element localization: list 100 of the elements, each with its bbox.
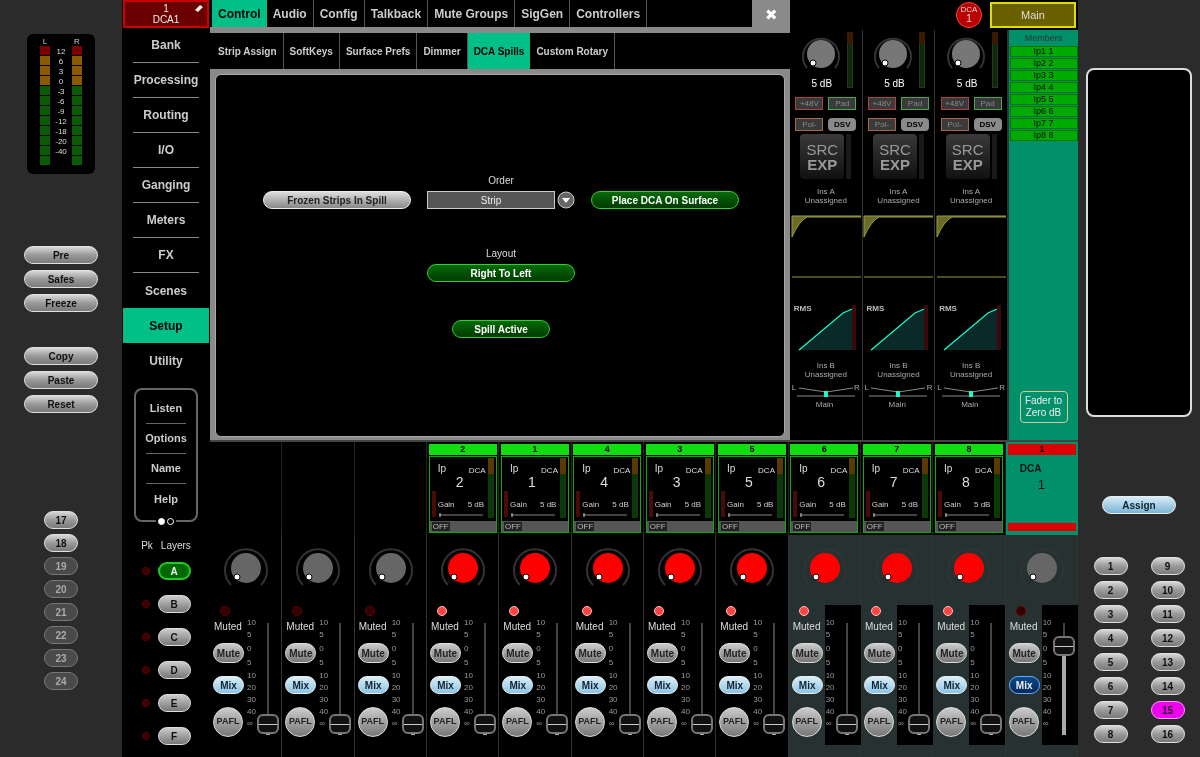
tab[interactable]: Audio <box>266 0 314 27</box>
mix-button[interactable]: Mix <box>719 676 751 694</box>
number-button[interactable]: 14 <box>1150 677 1185 695</box>
layer-button[interactable]: B <box>157 595 191 613</box>
mute-button[interactable]: Mute <box>502 643 534 663</box>
layer-button[interactable]: E <box>157 694 191 712</box>
mix-button[interactable]: Mix <box>1008 676 1040 694</box>
toggle-button[interactable]: Right To Left <box>427 264 575 282</box>
pafl-button[interactable]: PAFL <box>502 707 533 737</box>
member-item[interactable]: Ip2 2 <box>1009 57 1078 69</box>
mute-button[interactable]: Mute <box>936 643 968 663</box>
number-button[interactable]: 2 <box>1093 581 1128 599</box>
fader-thumb[interactable] <box>691 714 713 734</box>
number-button[interactable]: 16 <box>1150 725 1185 743</box>
mix-button[interactable]: Mix <box>502 676 534 694</box>
number-button[interactable]: 1 <box>1093 557 1128 575</box>
mute-button[interactable]: Mute <box>357 643 389 663</box>
assign-button[interactable]: Assign <box>1102 496 1176 514</box>
number-button[interactable]: 11 <box>1150 605 1185 623</box>
member-item[interactable]: Ip7 7 <box>1009 117 1078 129</box>
order-dropdown[interactable]: Strip <box>427 191 555 209</box>
channel-card[interactable]: Ip DCA 4 Gain 5 dB OFF <box>573 456 642 533</box>
sub-menu-item[interactable]: Help <box>146 484 186 514</box>
fader-thumb[interactable] <box>329 714 352 734</box>
dca-card[interactable]: 1 DCA 1 <box>1005 442 1078 535</box>
sub-tab[interactable]: SoftKeys <box>283 33 340 69</box>
fader-thumb[interactable] <box>980 714 1003 734</box>
layer-button[interactable]: D <box>157 661 191 679</box>
main-button[interactable]: Main <box>990 2 1076 28</box>
fader-thumb[interactable] <box>835 714 858 734</box>
bank-button[interactable]: 18 <box>44 534 78 552</box>
source-expander-button[interactable]: SRC EXP <box>800 134 845 179</box>
fader-thumb[interactable] <box>618 714 641 734</box>
nav-item[interactable]: Meters <box>133 203 199 238</box>
member-item[interactable]: Ip8 8 <box>1009 129 1078 141</box>
sub-tab[interactable]: DCA Spills <box>467 33 531 69</box>
dsv-button[interactable]: DSV <box>973 118 1002 131</box>
member-item[interactable]: Ip6 6 <box>1009 105 1078 117</box>
nav-item[interactable]: I/O <box>133 133 199 168</box>
dsv-button[interactable]: DSV <box>901 118 929 131</box>
fader-thumb[interactable] <box>257 714 279 734</box>
number-button[interactable]: 9 <box>1150 557 1185 575</box>
edit-button[interactable]: Copy <box>24 347 98 365</box>
pafl-button[interactable]: PAFL <box>213 707 243 737</box>
nav-item[interactable]: Utility <box>133 343 199 378</box>
channel-card[interactable]: Ip DCA 3 Gain 5 dB OFF <box>645 456 714 533</box>
mute-button[interactable]: Mute <box>647 643 678 663</box>
sub-menu-item[interactable]: Name <box>146 454 186 484</box>
member-item[interactable]: Ip3 3 <box>1009 69 1078 81</box>
mix-button[interactable]: Mix <box>430 676 461 694</box>
dsv-button[interactable]: DSV <box>828 118 857 131</box>
pafl-button[interactable]: PAFL <box>791 707 822 737</box>
mix-button[interactable]: Mix <box>791 676 823 694</box>
pafl-button[interactable]: PAFL <box>357 707 388 737</box>
nav-item[interactable]: FX <box>133 238 199 273</box>
channel-card[interactable]: Ip DCA 7 Gain 5 dB OFF <box>862 456 931 533</box>
nav-item[interactable]: Processing <box>133 63 199 98</box>
mix-button[interactable]: Mix <box>574 676 606 694</box>
mute-button[interactable]: Mute <box>574 643 606 663</box>
edit-button[interactable]: Paste <box>24 371 98 389</box>
pafl-button[interactable]: PAFL <box>936 707 967 737</box>
tab[interactable]: Config <box>313 0 365 27</box>
layer-button[interactable]: A <box>157 562 191 580</box>
channel-card[interactable]: Ip DCA 6 Gain 5 dB OFF <box>790 456 859 533</box>
nav-item[interactable]: Ganging <box>133 168 199 203</box>
sub-tab[interactable]: Custom Rotary <box>530 33 616 69</box>
source-expander-button[interactable]: SRC EXP <box>945 134 990 179</box>
pafl-button[interactable]: PAFL <box>574 707 605 737</box>
sub-tab[interactable]: Dimmer <box>417 33 468 69</box>
nav-item[interactable]: Routing <box>133 98 199 133</box>
fader-thumb[interactable] <box>908 714 930 734</box>
mute-button[interactable]: Mute <box>864 643 895 663</box>
mute-button[interactable]: Mute <box>791 643 823 663</box>
edit-button[interactable]: Reset <box>24 395 98 413</box>
pafl-button[interactable]: PAFL <box>864 707 894 737</box>
number-button[interactable]: 3 <box>1093 605 1128 623</box>
fader-zero-button[interactable]: Fader to Zero dB <box>1019 390 1068 423</box>
fader-thumb[interactable] <box>401 714 424 734</box>
mix-button[interactable]: Mix <box>647 676 678 694</box>
nav-item[interactable]: Setup <box>123 308 209 343</box>
source-expander-button[interactable]: SRC EXP <box>873 134 917 179</box>
sub-tab[interactable]: Strip Assign <box>212 33 284 69</box>
mode-button[interactable]: Safes <box>24 270 98 288</box>
fader-thumb[interactable] <box>546 714 569 734</box>
number-button[interactable]: 8 <box>1093 725 1128 743</box>
mix-button[interactable]: Mix <box>285 676 317 694</box>
nav-item[interactable]: Scenes <box>133 273 199 308</box>
member-item[interactable]: Ip1 1 <box>1009 45 1078 57</box>
mute-button[interactable]: Mute <box>285 643 317 663</box>
tab[interactable]: SigGen <box>515 0 571 27</box>
fader-thumb[interactable] <box>1052 636 1075 657</box>
mix-button[interactable]: Mix <box>864 676 895 694</box>
tab[interactable]: Control <box>212 0 267 27</box>
channel-card[interactable]: Ip DCA 8 Gain 5 dB OFF <box>935 456 1003 533</box>
number-button[interactable]: 4 <box>1093 629 1128 647</box>
mute-button[interactable]: Mute <box>430 643 461 663</box>
number-button[interactable]: 12 <box>1150 629 1185 647</box>
number-button[interactable]: 13 <box>1150 653 1185 671</box>
member-item[interactable]: Ip4 4 <box>1009 81 1078 93</box>
polarity-button[interactable]: Pol- <box>868 118 896 131</box>
